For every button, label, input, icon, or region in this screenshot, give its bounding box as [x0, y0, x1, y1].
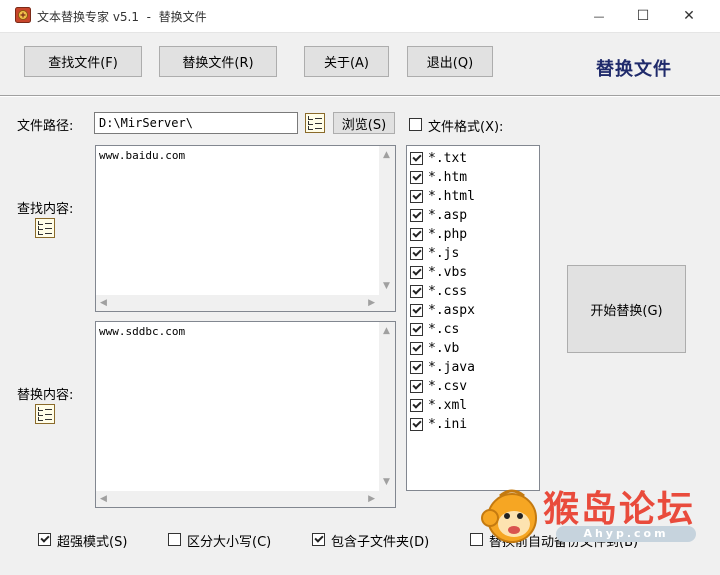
app-icon	[15, 7, 31, 23]
file-format-label: 文件格式(X):	[428, 120, 504, 135]
extension-item[interactable]: *.xml	[410, 396, 467, 415]
extension-label: *.ini	[428, 417, 468, 432]
extension-label: *.vbs	[428, 265, 468, 280]
browse-button[interactable]: 浏览(S)	[333, 112, 395, 134]
exit-button[interactable]: 退出(Q)	[407, 46, 493, 77]
extension-item[interactable]: *.cs	[410, 320, 459, 339]
extension-checkbox[interactable]	[410, 323, 423, 336]
extension-item[interactable]: *.java	[410, 358, 475, 377]
extension-label: *.xml	[428, 398, 468, 413]
super-mode-checkbox[interactable]	[38, 533, 51, 546]
extension-label: *.html	[428, 189, 475, 204]
replace-vertical-scrollbar[interactable]: ▲ ▼	[379, 322, 395, 491]
scroll-left-icon[interactable]: ◀	[100, 298, 107, 308]
include-subfolders-checkbox[interactable]	[312, 533, 325, 546]
minimize-button[interactable]: —	[576, 0, 622, 32]
replace-history-icon[interactable]	[35, 404, 55, 424]
file-extension-list[interactable]: *.txt *.htm *.html *.asp *.php *.js *.vbs *.css…	[406, 145, 540, 491]
replace-horizontal-scrollbar[interactable]: ◀ ▶	[96, 491, 379, 507]
find-horizontal-scrollbar[interactable]: ◀ ▶	[96, 295, 379, 311]
super-mode-label: 超强模式(S)	[57, 535, 128, 550]
extension-item[interactable]: *.htm	[410, 168, 467, 187]
extension-item[interactable]: *.aspx	[410, 301, 475, 320]
extension-checkbox[interactable]	[410, 361, 423, 374]
extension-item[interactable]: *.vb	[410, 339, 459, 358]
extension-label: *.asp	[428, 208, 468, 223]
close-button[interactable]: ✕	[666, 0, 712, 32]
extension-label: *.js	[428, 246, 460, 261]
scroll-left-icon[interactable]: ◀	[100, 494, 107, 504]
scroll-right-icon[interactable]: ▶	[368, 298, 375, 308]
extension-label: *.cs	[428, 322, 460, 337]
extension-checkbox[interactable]	[410, 171, 423, 184]
extension-checkbox[interactable]	[410, 228, 423, 241]
extension-item[interactable]: *.csv	[410, 377, 467, 396]
extension-checkbox[interactable]	[410, 342, 423, 355]
extension-checkbox[interactable]	[410, 418, 423, 431]
replace-content-textarea[interactable]: www.sddbc.com ▲ ▼ ◀ ▶	[95, 321, 396, 508]
title-bar: 文本替换专家 v5.1 - 替换文件 — ☐ ✕	[0, 0, 720, 33]
extension-checkbox[interactable]	[410, 380, 423, 393]
extension-label: *.aspx	[428, 303, 475, 318]
extension-checkbox[interactable]	[410, 304, 423, 317]
page-heading: 替换文件	[596, 59, 672, 80]
find-files-button[interactable]: 查找文件(F)	[24, 46, 142, 77]
maximize-button[interactable]: ☐	[620, 0, 666, 32]
extension-checkbox[interactable]	[410, 247, 423, 260]
extension-checkbox[interactable]	[410, 190, 423, 203]
extension-label: *.txt	[428, 151, 468, 166]
start-replace-button[interactable]: 开始替换(G)	[567, 265, 686, 353]
find-history-icon[interactable]	[35, 218, 55, 238]
extension-checkbox[interactable]	[410, 209, 423, 222]
extension-item[interactable]: *.vbs	[410, 263, 467, 282]
scroll-corner	[379, 295, 395, 311]
path-label: 文件路径:	[17, 119, 74, 134]
extension-label: *.htm	[428, 170, 468, 185]
minimize-icon: —	[593, 9, 605, 23]
find-content-label: 查找内容:	[17, 202, 74, 217]
scroll-down-icon[interactable]: ▼	[383, 281, 390, 291]
close-icon: ✕	[683, 8, 695, 24]
find-content-textarea[interactable]: www.baidu.com ▲ ▼ ◀ ▶	[95, 145, 396, 312]
scroll-up-icon[interactable]: ▲	[383, 150, 390, 160]
path-input[interactable]: D:\MirServer\	[94, 112, 298, 134]
scroll-up-icon[interactable]: ▲	[383, 326, 390, 336]
extension-label: *.vb	[428, 341, 460, 356]
extension-item[interactable]: *.php	[410, 225, 467, 244]
find-content-text: www.baidu.com	[99, 149, 186, 162]
file-format-checkbox[interactable]	[409, 118, 422, 131]
replace-files-button[interactable]: 替换文件(R)	[159, 46, 277, 77]
extension-label: *.php	[428, 227, 468, 242]
extension-label: *.java	[428, 360, 475, 375]
case-sensitive-checkbox[interactable]	[168, 533, 181, 546]
toolbar-divider	[0, 95, 720, 97]
watermark-text: 猴岛论坛	[543, 489, 696, 530]
extension-item[interactable]: *.html	[410, 187, 475, 206]
case-sensitive-label: 区分大小写(C)	[187, 535, 272, 550]
replace-content-label: 替换内容:	[17, 388, 74, 403]
maximize-icon: ☐	[636, 8, 650, 24]
window-title: 文本替换专家 v5.1 - 替换文件	[37, 10, 207, 24]
path-history-icon[interactable]	[305, 113, 325, 133]
extension-label: *.css	[428, 284, 468, 299]
extension-item[interactable]: *.ini	[410, 415, 467, 434]
about-button[interactable]: 关于(A)	[304, 46, 389, 77]
monkey-logo-icon	[481, 489, 537, 543]
scroll-down-icon[interactable]: ▼	[383, 477, 390, 487]
extension-checkbox[interactable]	[410, 399, 423, 412]
watermark-url: Ahyp.com	[556, 526, 696, 542]
replace-content-text: www.sddbc.com	[99, 325, 186, 338]
extension-item[interactable]: *.js	[410, 244, 459, 263]
find-vertical-scrollbar[interactable]: ▲ ▼	[379, 146, 395, 295]
extension-checkbox[interactable]	[410, 285, 423, 298]
extension-checkbox[interactable]	[410, 266, 423, 279]
extension-item[interactable]: *.txt	[410, 149, 467, 168]
scroll-right-icon[interactable]: ▶	[368, 494, 375, 504]
extension-checkbox[interactable]	[410, 152, 423, 165]
extension-item[interactable]: *.css	[410, 282, 467, 301]
extension-label: *.csv	[428, 379, 468, 394]
include-subfolders-label: 包含子文件夹(D)	[331, 535, 430, 550]
scroll-corner	[379, 491, 395, 507]
extension-item[interactable]: *.asp	[410, 206, 467, 225]
